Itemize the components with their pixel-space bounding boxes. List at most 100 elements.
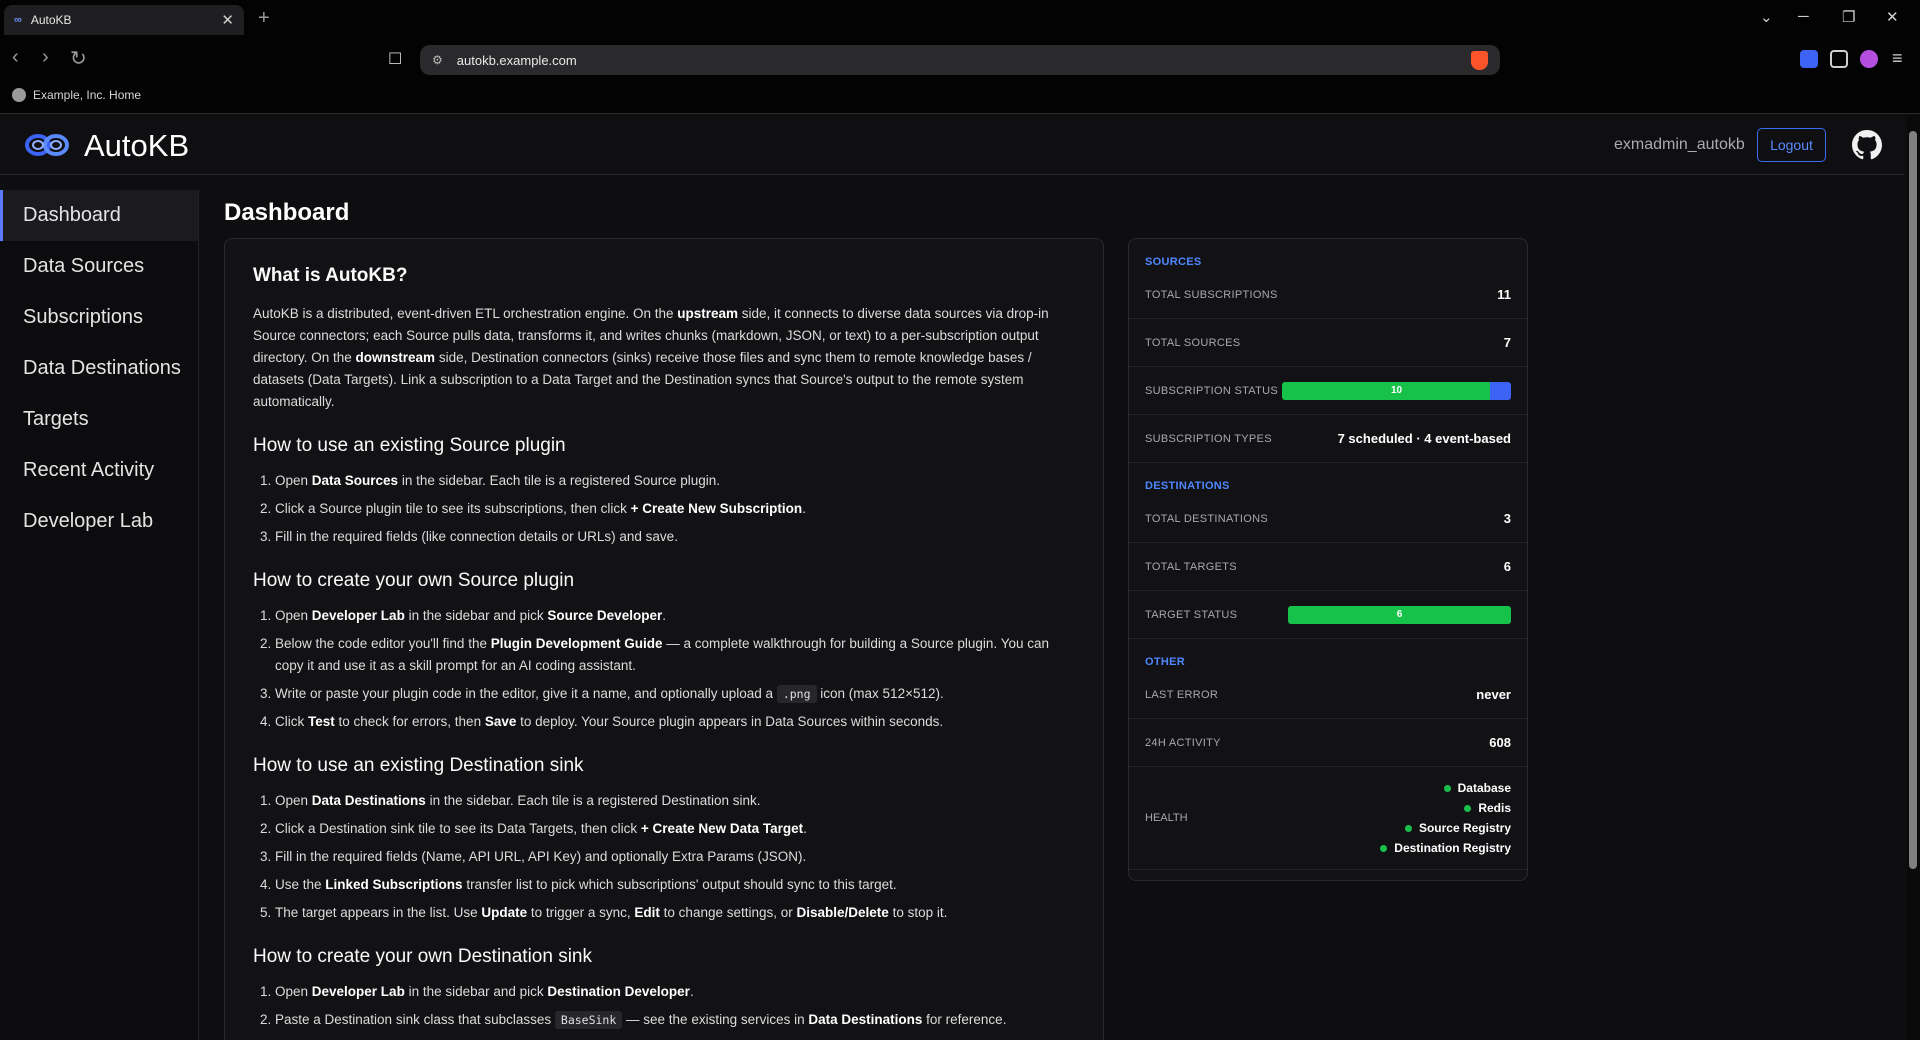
globe-icon [12,88,26,102]
list-item: Fill in the required fields (like connec… [275,526,1075,548]
brave-shield-icon[interactable] [1471,50,1488,70]
stat-value: never [1476,687,1511,702]
health-item-source-registry: Source Registry [1380,818,1511,838]
stat-label: TARGET STATUS [1145,608,1238,621]
subscription-status-bar: 10 [1282,381,1511,400]
stat-value: 608 [1489,735,1511,750]
section-heading-create-destination: How to create your own Destination sink [253,946,592,967]
extension-bitwarden-icon[interactable] [1800,50,1818,68]
stat-label: TOTAL SUBSCRIPTIONS [1145,288,1278,301]
stat-row-total-destinations: TOTAL DESTINATIONS 3 [1129,495,1527,543]
list-item: Write or paste your plugin code in the e… [275,683,1075,705]
list-item: Click Test to check for errors, then Sav… [275,711,1075,733]
stat-row-last-error: LAST ERROR never [1129,671,1527,719]
stat-value: 7 scheduled · 4 event-based [1337,431,1511,446]
steps-use-destination: Open Data Destinations in the sidebar. E… [253,790,1075,924]
page-scrollbar[interactable] [1907,115,1920,1040]
steps-create-source: Open Developer Lab in the sidebar and pi… [253,605,1075,733]
stat-label: SUBSCRIPTION STATUS [1145,384,1279,397]
stat-row-total-targets: TOTAL TARGETS 6 [1129,543,1527,591]
sidebar-item-developer-lab[interactable]: Developer Lab [0,496,198,547]
restore-icon[interactable]: ❐ [1842,8,1855,26]
stat-value: 11 [1497,287,1511,302]
steps-create-destination: Open Developer Lab in the sidebar and pi… [253,981,1075,1031]
stat-label: LAST ERROR [1145,688,1219,701]
other-section-header: OTHER [1145,656,1185,668]
list-item: Open Developer Lab in the sidebar and pi… [275,981,1075,1003]
reload-icon[interactable]: ↻ [70,46,87,71]
list-item: Paste a Destination sink class that subc… [275,1009,1075,1031]
health-item-destination-registry: Destination Registry [1380,838,1511,858]
intro-paragraph: AutoKB is a distributed, event-driven ET… [253,306,1049,409]
back-icon[interactable]: ‹ [12,46,19,69]
minimize-icon[interactable]: ─ [1798,8,1809,25]
health-item-redis: Redis [1380,798,1511,818]
stat-value: 7 [1503,335,1511,350]
bookmarks-bar: Example, Inc. Home [0,80,1920,114]
list-item: Open Developer Lab in the sidebar and pi… [275,605,1075,627]
scrollbar-thumb[interactable] [1909,131,1917,869]
steps-use-source: Open Data Sources in the sidebar. Each t… [253,470,1075,548]
stat-value: 6 [1503,559,1511,574]
forward-icon[interactable]: › [42,46,49,69]
sidebar-item-subscriptions[interactable]: Subscriptions [0,292,198,343]
page-title: Dashboard [224,199,350,226]
address-bar[interactable]: ⚙ autokb.example.com [420,45,1500,75]
stat-label: TOTAL SOURCES [1145,336,1241,349]
stat-row-subscription-status: SUBSCRIPTION STATUS 10 [1129,367,1527,415]
bookmark-page-icon[interactable]: ☐ [388,49,402,69]
status-dot-icon [1380,844,1388,852]
stat-row-total-sources: TOTAL SOURCES 7 [1129,319,1527,367]
guide-card: What is AutoKB? AutoKB is a distributed,… [224,238,1104,1040]
stat-row-total-subscriptions: TOTAL SUBSCRIPTIONS 11 [1129,271,1527,319]
tab-close-icon[interactable]: ✕ [221,11,234,29]
sidebar-item-data-destinations[interactable]: Data Destinations [0,343,198,394]
sidebar-item-recent-activity[interactable]: Recent Activity [0,445,198,496]
stat-label: TOTAL DESTINATIONS [1145,512,1268,525]
github-icon[interactable] [1852,130,1882,160]
stat-label: TOTAL TARGETS [1145,560,1237,573]
profile-avatar-icon[interactable] [1860,50,1878,68]
site-settings-icon[interactable]: ⚙ [432,53,443,67]
browser-tab[interactable]: ∞ AutoKB ✕ [4,5,244,35]
autokb-logo-icon [25,134,69,156]
stat-value: 3 [1503,511,1511,526]
stat-label: HEALTH [1145,812,1188,824]
sources-section-header: SOURCES [1145,256,1202,268]
stat-row-subscription-types: SUBSCRIPTION TYPES 7 scheduled · 4 event… [1129,415,1527,463]
list-item: Below the code editor you'll find the Pl… [275,633,1075,677]
status-bar-label: 6 [1396,608,1403,620]
sidebar-item-data-sources[interactable]: Data Sources [0,241,198,292]
tab-title: AutoKB [30,13,72,27]
sidebar-item-targets[interactable]: Targets [0,394,198,445]
window-close-icon[interactable]: ✕ [1886,8,1899,26]
list-item: The target appears in the list. Use Upda… [275,902,1075,924]
intro-heading: What is AutoKB? [253,265,408,286]
stat-row-24h-activity: 24H ACTIVITY 608 [1129,719,1527,767]
status-dot-icon [1464,804,1472,812]
logout-button[interactable]: Logout [1757,128,1826,162]
list-item: Open Data Sources in the sidebar. Each t… [275,470,1075,492]
url-text[interactable]: autokb.example.com [457,53,1471,68]
health-list: Database Redis Source Registry Destinati… [1380,778,1511,858]
extensions-puzzle-icon[interactable] [1830,50,1848,68]
sidebar: Dashboard Data Sources Subscriptions Dat… [0,190,199,1040]
browser-tab-bar: ∞ AutoKB ✕ + ⌄ ─ ❐ ✕ [0,0,1920,40]
new-tab-button[interactable]: + [258,7,270,30]
status-dot-icon [1443,784,1451,792]
autokb-favicon-icon: ∞ [14,14,22,26]
list-item: Click a Source plugin tile to see its su… [275,498,1075,520]
bookmark-label: Example, Inc. Home [33,88,142,102]
stat-row-target-status: TARGET STATUS 6 [1129,591,1527,639]
bookmark-item[interactable]: Example, Inc. Home [12,88,141,102]
browser-menu-icon[interactable]: ≡ [1892,48,1903,69]
sidebar-item-dashboard[interactable]: Dashboard [0,190,198,241]
section-heading-use-source: How to use an existing Source plugin [253,435,566,456]
app-title[interactable]: AutoKB [84,128,189,164]
tab-search-icon[interactable]: ⌄ [1760,8,1773,26]
list-item: Use the Linked Subscriptions transfer li… [275,874,1075,896]
status-dot-icon [1404,824,1412,832]
stat-label: SUBSCRIPTION TYPES [1145,432,1272,445]
list-item: Fill in the required fields (Name, API U… [275,846,1075,868]
status-bar-label: 10 [1390,384,1403,396]
